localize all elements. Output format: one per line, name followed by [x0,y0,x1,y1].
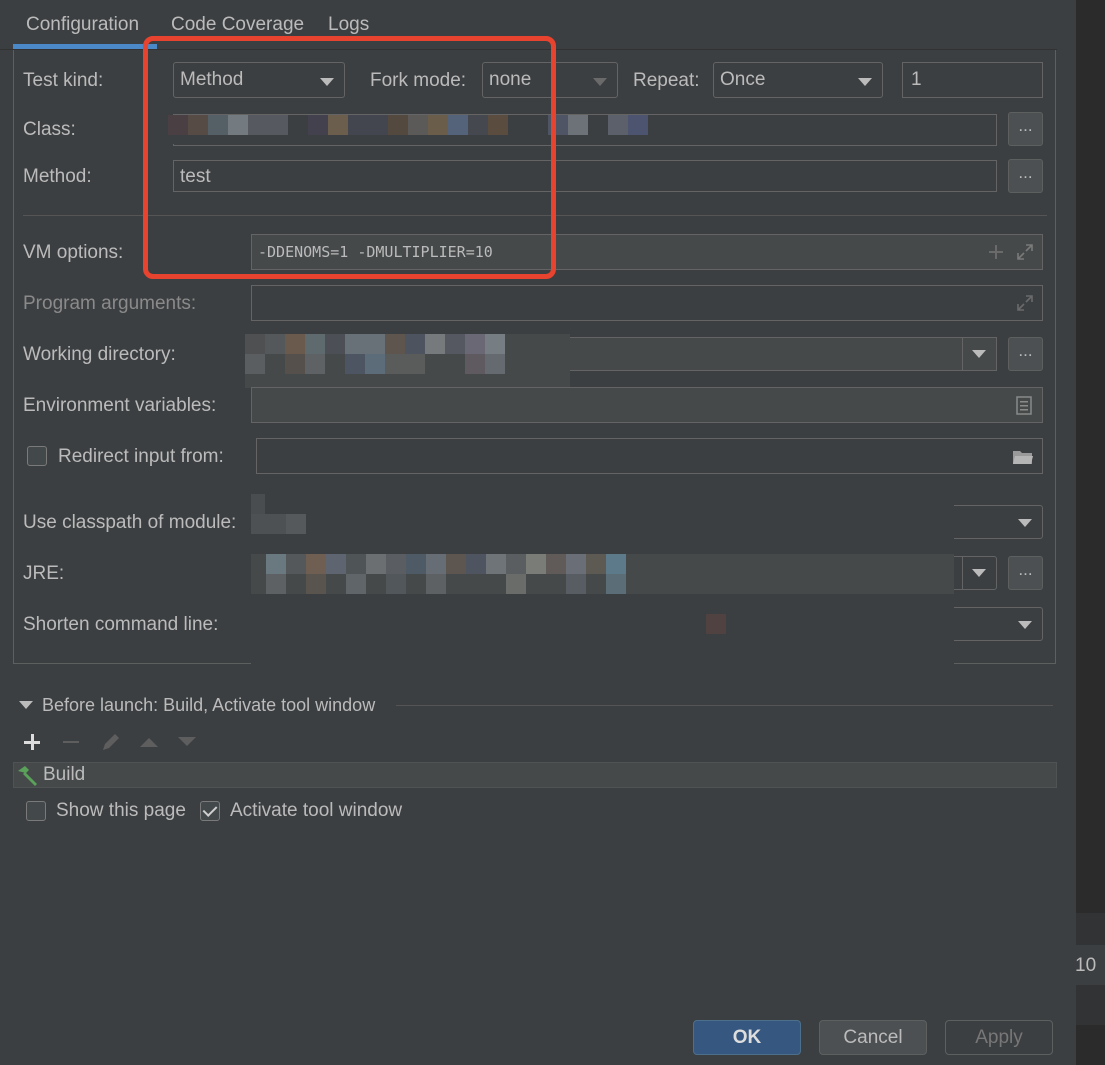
jre-label: JRE: [23,563,65,584]
chevron-down-icon [858,78,872,86]
expand-icon[interactable] [1016,294,1034,312]
shorten-command-line-label: Shorten command line: [23,614,219,635]
program-arguments-label: Program arguments: [23,293,197,314]
repeat-count-value: 1 [911,69,922,90]
repeat-label: Repeat: [633,70,700,91]
repeat-dropdown[interactable]: Once [713,62,883,98]
redacted-pixels [245,334,570,388]
jre-dropdown-separator [962,557,963,589]
tab-configuration[interactable]: Configuration [26,14,139,36]
background-window-strip [1076,0,1105,1065]
classpath-module-label: Use classpath of module: [23,512,237,533]
repeat-count-input[interactable]: 1 [902,62,1043,98]
apply-button[interactable]: Apply [945,1020,1053,1055]
program-arguments-input[interactable] [251,285,1043,321]
chevron-down-icon [1018,519,1032,527]
ok-button[interactable]: OK [693,1020,801,1055]
tab-logs[interactable]: Logs [328,14,369,36]
move-up-icon[interactable] [139,736,159,748]
repeat-value: Once [720,69,766,90]
test-kind-label: Test kind: [23,70,104,91]
vm-options-label: VM options: [23,242,124,263]
class-label: Class: [23,119,76,140]
jre-browse-button[interactable]: ... [1008,556,1043,590]
collapse-triangle-icon[interactable] [19,701,33,709]
task-build-label: Build [43,764,86,785]
show-this-page-label: Show this page [56,800,186,821]
folder-icon[interactable] [1012,448,1034,465]
working-directory-value-redacted [245,334,570,388]
hammer-icon [18,766,37,786]
redacted-pixels [251,494,954,664]
chevron-down-icon [593,78,607,86]
activate-tool-window-checkbox[interactable] [200,801,220,821]
before-launch-title[interactable]: Before launch: Build, Activate tool wind… [42,695,375,716]
cancel-button[interactable]: Cancel [819,1020,927,1055]
working-directory-label: Working directory: [23,344,176,365]
plus-icon[interactable] [988,244,1004,260]
tab-code-coverage[interactable]: Code Coverage [171,14,304,36]
edit-pencil-icon[interactable] [100,731,122,753]
method-browse-button[interactable]: ... [1008,159,1043,193]
remove-icon[interactable] [62,733,80,751]
class-browse-button[interactable]: ... [1008,112,1043,146]
environment-variables-label: Environment variables: [23,395,217,416]
activate-tool-window-label: Activate tool window [230,800,403,821]
chevron-down-icon [1018,621,1032,629]
add-icon[interactable] [23,733,41,751]
expand-icon[interactable] [1016,243,1034,261]
show-this-page-checkbox[interactable] [26,801,46,821]
environment-variables-input[interactable] [251,387,1043,423]
redirect-input-field[interactable] [256,438,1043,474]
redirect-input-checkbox[interactable] [27,446,47,466]
chevron-down-icon [972,569,986,577]
move-down-icon[interactable] [177,736,197,748]
working-directory-dropdown-separator [962,338,963,370]
module-jre-values-redacted [251,494,954,664]
red-highlight-annotation [143,36,556,279]
working-directory-browse-button[interactable]: ... [1008,337,1043,371]
chevron-down-icon[interactable] [972,350,986,358]
before-launch-divider [396,705,1053,706]
background-partial-text: 10 [1075,955,1097,976]
document-icon[interactable] [1016,396,1032,415]
before-launch-task-build[interactable]: Build [14,763,1056,787]
redirect-input-label: Redirect input from: [58,446,224,467]
method-label: Method: [23,166,92,187]
